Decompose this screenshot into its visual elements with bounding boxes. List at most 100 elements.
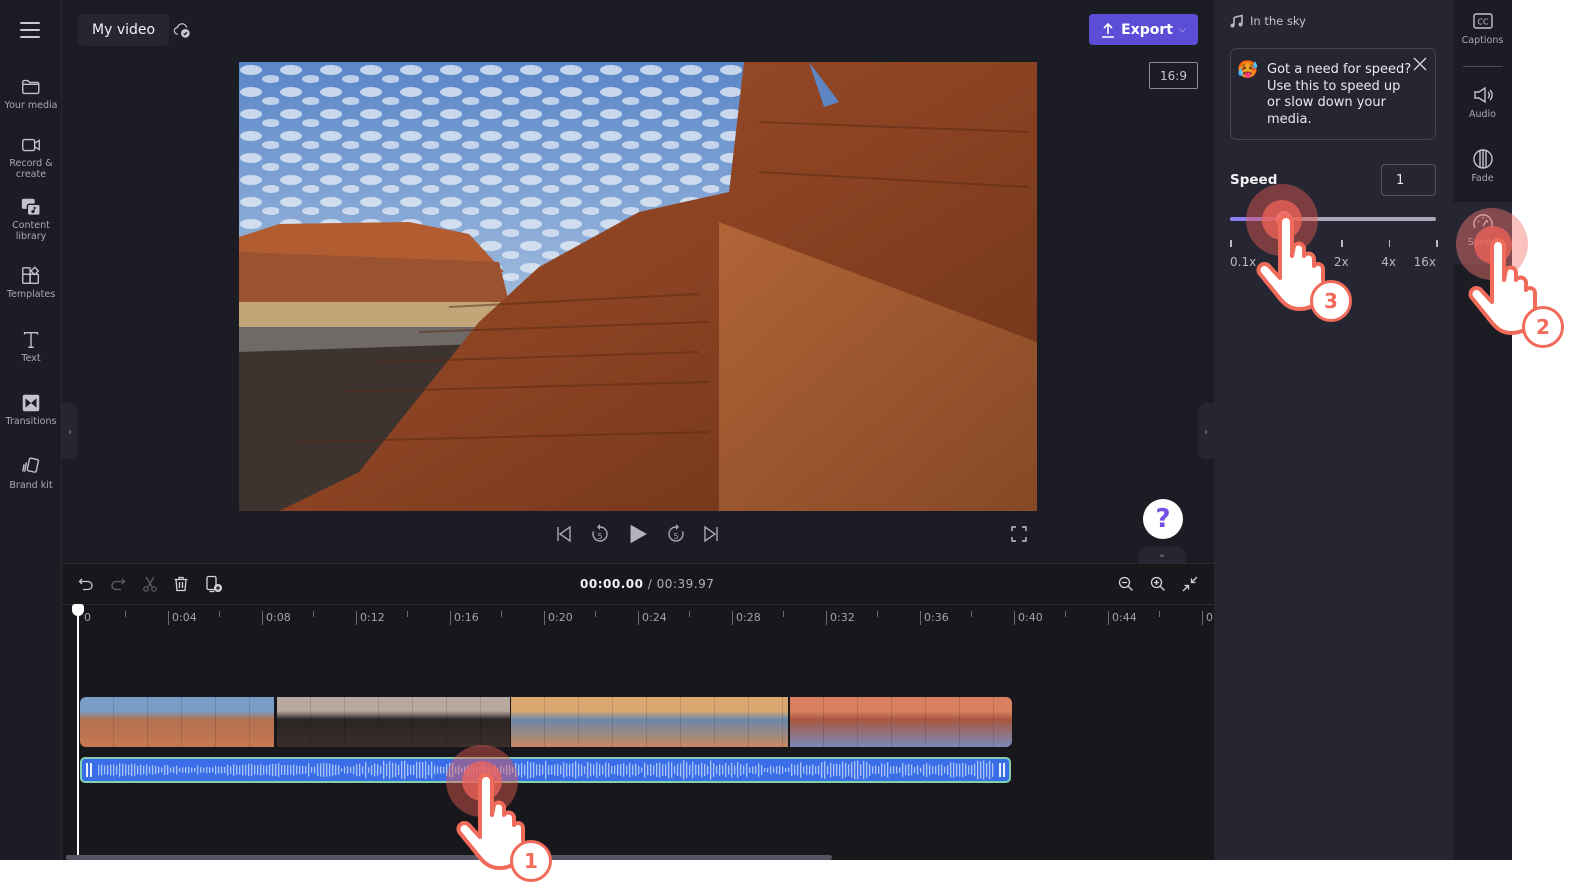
audio-clip[interactable]: [80, 757, 1011, 783]
waveform-bar: [551, 765, 553, 775]
export-button[interactable]: Export ⌵: [1089, 14, 1198, 45]
speed-value-input[interactable]: [1381, 164, 1436, 196]
rewind-5-button[interactable]: 5: [588, 522, 612, 546]
waveform-bar: [890, 766, 892, 774]
waveform-bar: [785, 767, 787, 773]
speed-slider-thumb[interactable]: [1275, 211, 1292, 227]
rail-item-captions[interactable]: CC Captions: [1453, 0, 1512, 58]
sidebar-item-brand-kit[interactable]: Brand kit: [0, 456, 62, 491]
close-icon[interactable]: [1413, 57, 1427, 71]
waveform-bar: [530, 762, 532, 778]
waveform-bar: [536, 764, 538, 776]
sidebar-item-label: Templates: [6, 289, 56, 300]
timeline-ruler[interactable]: 0 0:04 0:08 0:12 0:16 0:20 0:24 0:28 0:32 0:36 0:4…: [62, 604, 1254, 628]
waveform-bar: [989, 760, 991, 780]
waveform-bar: [182, 767, 184, 773]
project-title-field[interactable]: My video: [78, 14, 170, 46]
skip-to-start-button[interactable]: [552, 522, 576, 546]
waveform-bar: [584, 766, 586, 774]
add-media-button[interactable]: [204, 574, 224, 594]
rail-item-audio[interactable]: Audio: [1453, 74, 1512, 132]
audio-trim-handle-left[interactable]: [86, 763, 94, 777]
sidebar-item-text[interactable]: Text: [0, 329, 62, 364]
fullscreen-button[interactable]: [1007, 522, 1031, 546]
speed-slider[interactable]: [1230, 211, 1436, 227]
waveform-bar: [413, 764, 415, 776]
collapse-timeline-button[interactable]: ⌄: [1138, 547, 1186, 563]
play-button[interactable]: [626, 522, 650, 546]
video-preview[interactable]: [239, 62, 1037, 511]
waveform-bar: [587, 761, 589, 779]
waveform-bar: [683, 760, 685, 780]
hamburger-menu-icon[interactable]: [20, 22, 40, 38]
waveform-bar: [374, 763, 376, 777]
waveform-bar: [707, 765, 709, 775]
ruler-label: 0:16: [454, 611, 479, 624]
waveform-bar: [284, 764, 286, 776]
waveform-bar: [590, 763, 592, 777]
video-clip[interactable]: [511, 697, 788, 747]
timeline: 00:00.00 / 00:39.97 0 0:04 0:08 0:12 0:16 0:2…: [62, 563, 1254, 860]
video-clip[interactable]: [80, 697, 274, 747]
waveform-bar: [653, 765, 655, 775]
sidebar-item-record-create[interactable]: Record & create: [0, 134, 62, 180]
sidebar-item-transitions[interactable]: Transitions: [0, 392, 62, 427]
fit-timeline-button[interactable]: [1180, 574, 1200, 594]
waveform-bar: [224, 766, 226, 774]
help-button[interactable]: ?: [1143, 499, 1183, 539]
waveform-bar: [242, 764, 244, 776]
audio-trim-handle-right[interactable]: [999, 763, 1007, 777]
sidebar-item-your-media[interactable]: Your media: [0, 76, 62, 111]
video-clip[interactable]: [790, 697, 1012, 747]
clip-thumbnail-frame: [413, 697, 447, 747]
waveform-bar: [278, 763, 280, 777]
sidebar-item-label: Content library: [12, 220, 50, 242]
delete-button[interactable]: [171, 574, 191, 594]
rail-item-label: Audio: [1468, 109, 1496, 120]
waveform-bar: [833, 764, 835, 776]
speed-tick-label: 4x: [1381, 255, 1396, 269]
ruler-label: 0:28: [736, 611, 761, 624]
waveform-bar: [518, 764, 520, 776]
forward-5-button[interactable]: 5: [664, 522, 688, 546]
waveform-bar: [206, 766, 208, 774]
waveform-bar: [497, 767, 499, 773]
waveform-bar: [749, 767, 751, 773]
sidebar-item-label: Record & create: [9, 158, 53, 180]
zoom-out-icon: [1118, 576, 1133, 591]
split-button[interactable]: [140, 574, 160, 594]
timeline-scrollbar[interactable]: [66, 855, 832, 860]
speed-label: Speed: [1230, 172, 1278, 188]
undo-button[interactable]: [76, 574, 96, 594]
cloud-saved-icon[interactable]: [172, 20, 192, 40]
waveform-bar: [293, 764, 295, 776]
waveform-bar: [791, 763, 793, 777]
waveform-bar: [731, 762, 733, 778]
sidebar-item-content-library[interactable]: Content library: [0, 196, 62, 242]
expand-right-panel-button[interactable]: ›: [1198, 403, 1214, 459]
rail-item-fade[interactable]: Fade: [1453, 138, 1512, 196]
zoom-out-button[interactable]: [1116, 574, 1136, 594]
waveform-bar: [716, 765, 718, 775]
zoom-in-button[interactable]: [1148, 574, 1168, 594]
rail-item-speed[interactable]: Speed: [1453, 202, 1512, 264]
video-editor-app: Your media Record & create Content libra…: [0, 0, 1512, 860]
clip-thumbnail-frame: [80, 697, 114, 747]
waveform-bar: [899, 767, 901, 773]
playhead-handle[interactable]: [72, 604, 84, 616]
waveform-bar: [962, 762, 964, 778]
playhead[interactable]: [77, 608, 79, 860]
ruler-major-tick: [356, 611, 357, 625]
sidebar-item-templates[interactable]: Templates: [0, 265, 62, 300]
chevron-down-icon: ⌄: [1157, 549, 1167, 560]
skip-to-end-button[interactable]: [699, 522, 723, 546]
clip-thumbnail-frame: [858, 697, 892, 747]
waveform-bar: [635, 763, 637, 777]
aspect-ratio-button[interactable]: 16:9: [1149, 62, 1198, 89]
ruler-minor-tick: [595, 611, 596, 617]
redo-button[interactable]: [108, 574, 128, 594]
expand-left-panel-button[interactable]: ›: [62, 403, 78, 459]
video-clip[interactable]: [277, 697, 510, 747]
waveform-bar: [743, 765, 745, 775]
waveform-bar: [488, 767, 490, 773]
